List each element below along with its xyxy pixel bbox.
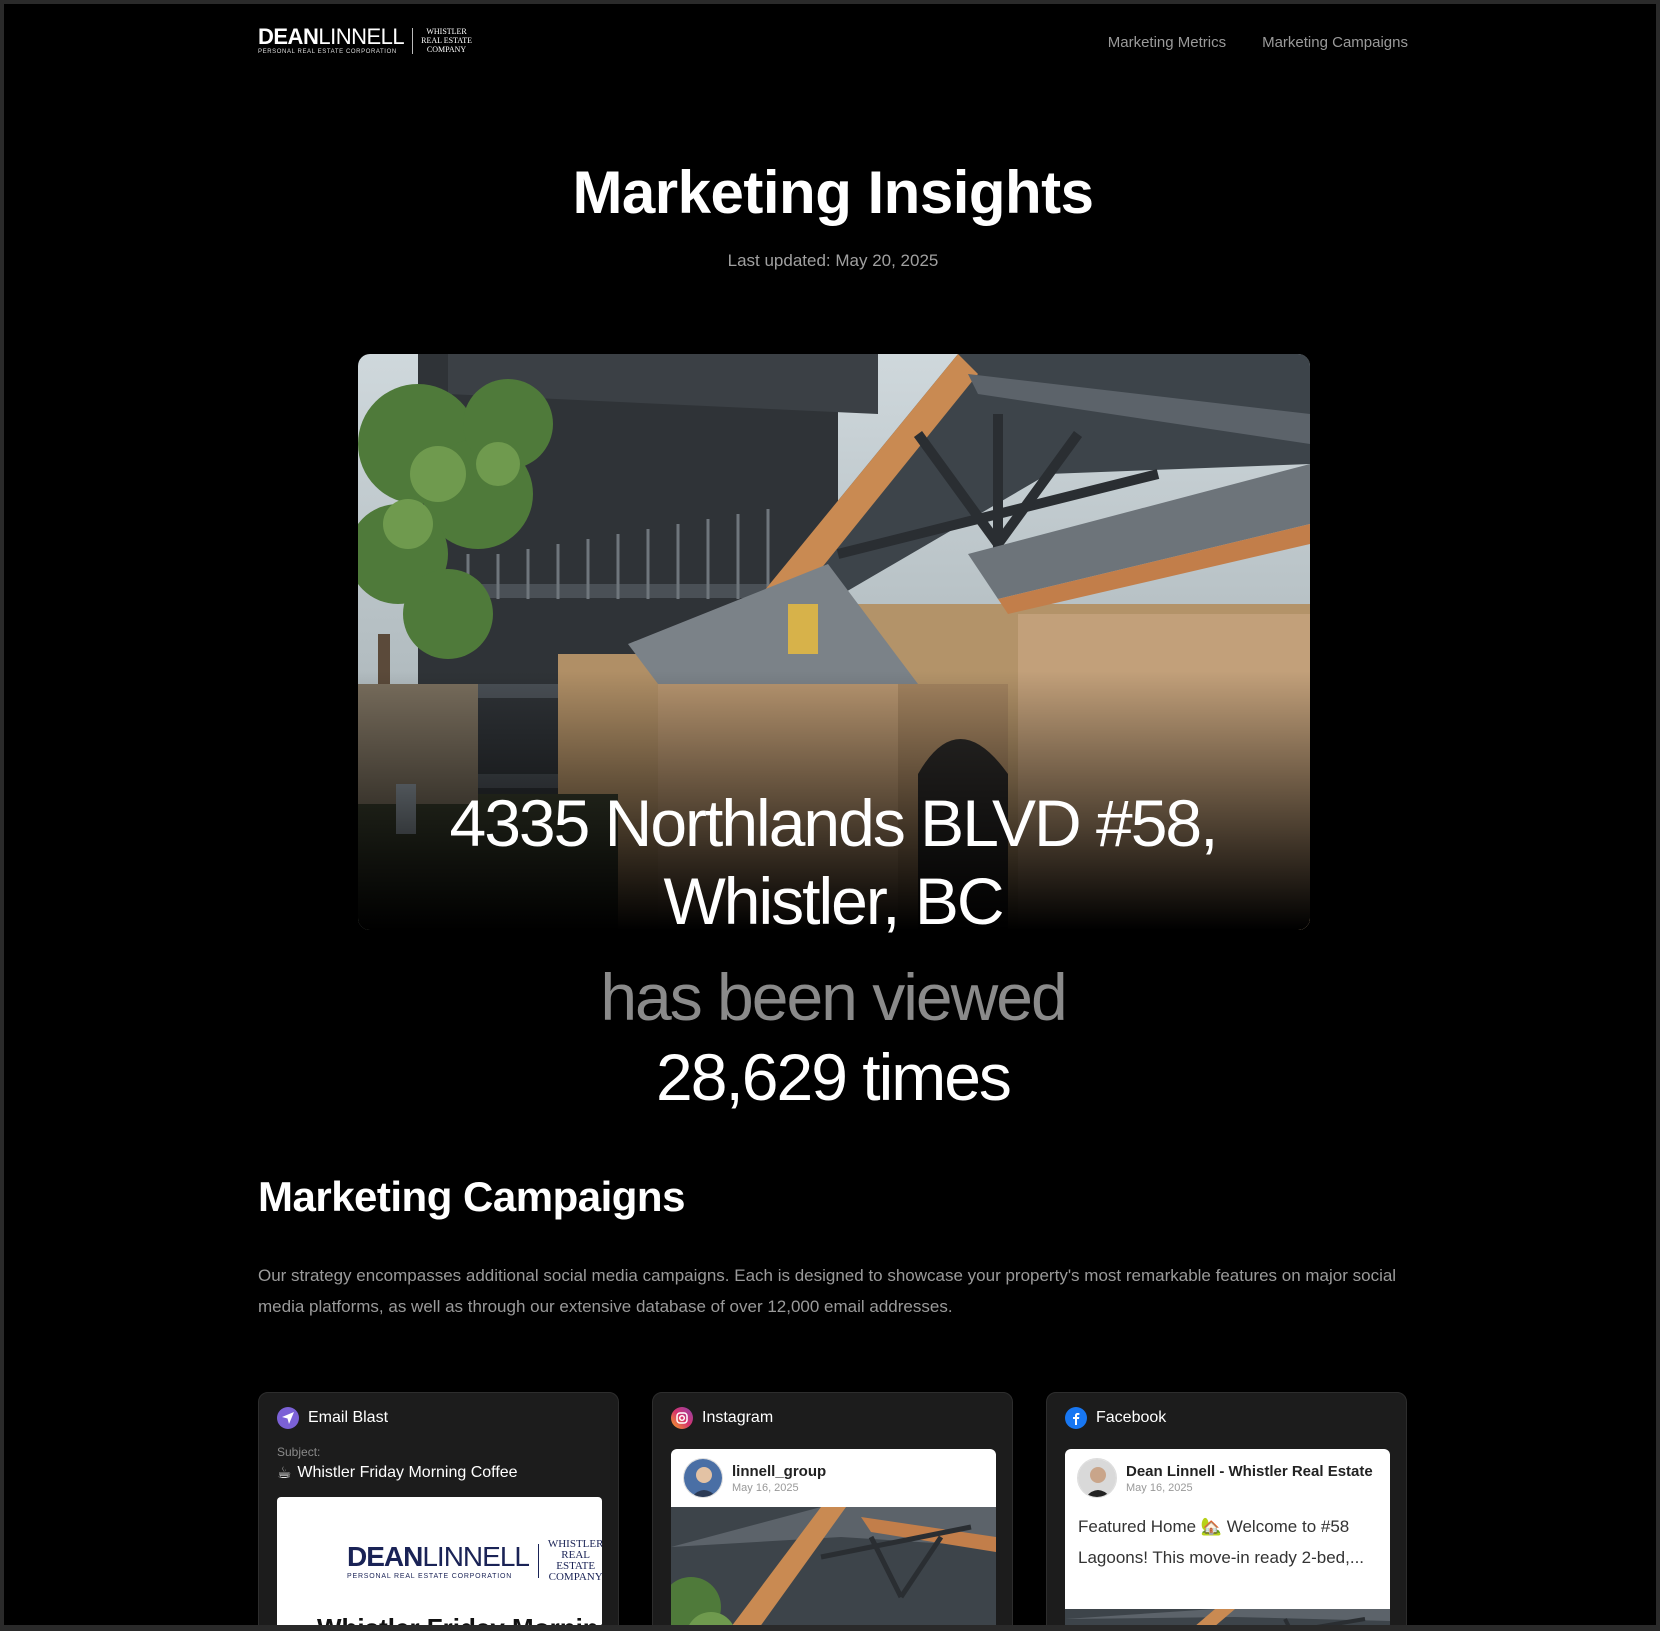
email-subject-text: Whistler Friday Morning Coffee (297, 1464, 518, 1481)
avatar (1077, 1458, 1117, 1498)
coffee-icon: ☕ (277, 1465, 292, 1482)
address-line-1: 4335 Northlands BLVD #58, (449, 786, 1219, 860)
campaign-cards: Email Blast Subject: ☕ Whistler Friday M… (258, 1392, 1408, 1631)
property-address: 4335 Northlands BLVD #58, Whistler, BC (258, 784, 1408, 940)
email-headline: Whistler Friday Morning Coffee (317, 1613, 602, 1631)
facebook-icon (1065, 1407, 1087, 1429)
last-updated: Last updated: May 20, 2025 (727, 251, 939, 270)
address-line-2: Whistler, BC (663, 864, 1004, 938)
card-header: Facebook (1065, 1407, 1388, 1429)
instagram-card[interactable]: Instagram linnell_group May 16, 2025 (652, 1392, 1013, 1631)
viewed-text: has been viewed (600, 960, 1067, 1034)
logo-company: WHISTLER REAL ESTATE COMPANY (421, 27, 472, 54)
email-logo: DEANLINNELL PERSONAL REAL ESTATE CORPORA… (347, 1538, 602, 1583)
card-header: Instagram (671, 1407, 994, 1429)
email-blast-card[interactable]: Email Blast Subject: ☕ Whistler Friday M… (258, 1392, 619, 1631)
email-preview[interactable]: DEANLINNELL PERSONAL REAL ESTATE CORPORA… (277, 1497, 602, 1631)
nav-marketing-campaigns[interactable]: Marketing Campaigns (1262, 34, 1408, 51)
logo-tagline: PERSONAL REAL ESTATE CORPORATION (258, 49, 397, 55)
instagram-icon (671, 1407, 693, 1429)
logo-name-bold: DEAN (258, 24, 319, 49)
top-nav: Marketing Metrics Marketing Campaigns (1108, 34, 1408, 51)
post-image (1065, 1609, 1390, 1631)
subject-label: Subject: (277, 1445, 321, 1459)
facebook-card[interactable]: Facebook Dean Linnell - Whistler Real Es… (1046, 1392, 1407, 1631)
logo-name-light: LINNELL (318, 24, 405, 49)
instagram-post[interactable]: linnell_group May 16, 2025 (671, 1449, 996, 1631)
post-username: linnell_group (732, 1462, 827, 1480)
post-date: May 16, 2025 (732, 1481, 799, 1494)
post-date: May 16, 2025 (1126, 1481, 1193, 1494)
facebook-post[interactable]: Dean Linnell - Whistler Real Estate May … (1065, 1449, 1390, 1631)
facebook-label: Facebook (1096, 1409, 1167, 1426)
post-username: Dean Linnell - Whistler Real Estate (1126, 1462, 1373, 1480)
view-count: 28,629 times (656, 1040, 1012, 1114)
send-icon (277, 1407, 299, 1429)
avatar (683, 1458, 723, 1498)
campaigns-description: Our strategy encompasses additional soci… (258, 1266, 1397, 1316)
nav-marketing-metrics[interactable]: Marketing Metrics (1108, 34, 1226, 51)
post-image (671, 1507, 996, 1631)
header: DEANLINNELL PERSONAL REAL ESTATE CORPORA… (258, 22, 1408, 62)
logo-divider (412, 27, 414, 54)
post-text: Featured Home 🏡 Welcome to #58 Lagoons! … (1078, 1517, 1365, 1567)
email-blast-label: Email Blast (308, 1409, 389, 1426)
logo-wordmark: DEANLINNELL PERSONAL REAL ESTATE CORPORA… (258, 24, 405, 56)
instagram-label: Instagram (702, 1409, 774, 1426)
page-title: Marketing Insights (572, 159, 1094, 226)
card-header: Email Blast (277, 1407, 600, 1429)
email-subject: ☕ Whistler Friday Morning Coffee (277, 1463, 600, 1483)
campaigns-title: Marketing Campaigns (258, 1173, 685, 1220)
brand-logo[interactable]: DEANLINNELL PERSONAL REAL ESTATE CORPORA… (258, 24, 472, 56)
